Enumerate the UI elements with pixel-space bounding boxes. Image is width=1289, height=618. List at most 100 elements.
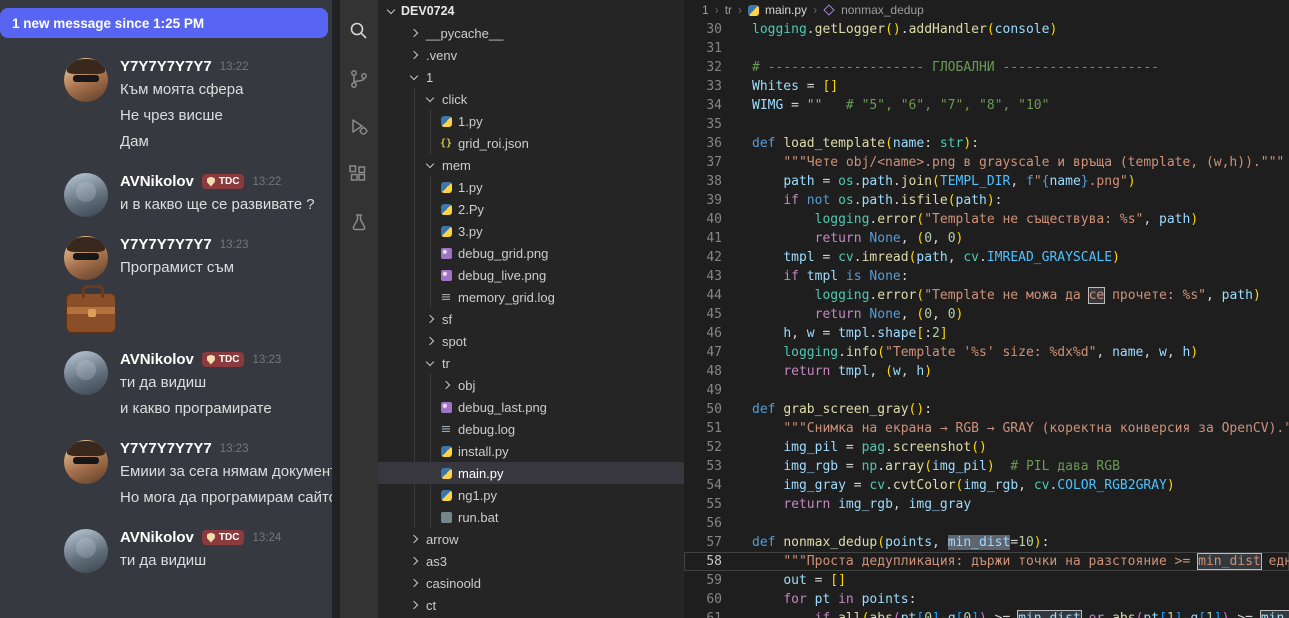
file-debug_grid.png[interactable]: debug_grid.png [378,242,684,264]
line-number[interactable]: 58 [684,552,722,571]
folder-obj[interactable]: obj [378,374,684,396]
new-messages-banner[interactable]: 1 new message since 1:25 PM [0,8,328,38]
folder-__pycache__[interactable]: __pycache__ [378,22,684,44]
code-line[interactable]: 61 if all(abs(pt[0]-q[0]) >= min_dist or… [684,609,1289,618]
folder-mem[interactable]: mem [378,154,684,176]
file-run.bat[interactable]: run.bat [378,506,684,528]
line-number[interactable]: 40 [684,210,722,229]
line-number[interactable]: 48 [684,362,722,381]
line-number[interactable]: 38 [684,172,722,191]
code-line[interactable]: 46 h, w = tmpl.shape[:2] [684,324,1289,343]
file-memory_grid.log[interactable]: ≡ memory_grid.log [378,286,684,308]
line-number[interactable]: 54 [684,476,722,495]
breadcrumb-item-file[interactable]: main.py [765,3,807,17]
code-line[interactable]: 50 def grab_screen_gray(): [684,400,1289,419]
code-line[interactable]: 37 """Чете obj/<name>.png в grayscale и … [684,153,1289,172]
line-number[interactable]: 45 [684,305,722,324]
breadcrumb-item-symbol[interactable]: nonmax_dedup [841,3,924,17]
avatar[interactable] [64,351,108,395]
line-number[interactable]: 33 [684,77,722,96]
code-line[interactable]: 59 out = [] [684,571,1289,590]
code-line[interactable]: 54 img_gray = cv.cvtColor(img_rgb, cv.CO… [684,476,1289,495]
line-number[interactable]: 41 [684,229,722,248]
code-line[interactable]: 45 return None, (0, 0) [684,305,1289,324]
username[interactable]: Y7Y7Y7Y7Y7 [120,236,212,253]
line-number[interactable]: 49 [684,381,722,400]
code-line[interactable]: 36 def load_template(name: str): [684,134,1289,153]
folder-arrow[interactable]: arrow [378,528,684,550]
file-install.py[interactable]: install.py [378,440,684,462]
line-number[interactable]: 35 [684,115,722,134]
line-number[interactable]: 44 [684,286,722,305]
username[interactable]: AVNikolov [120,173,194,190]
code-line[interactable]: 44 logging.error("Template не можа да се… [684,286,1289,305]
code-line[interactable]: 53 img_rgb = np.array(img_pil) # PIL дав… [684,457,1289,476]
line-number[interactable]: 51 [684,419,722,438]
folder-as3[interactable]: as3 [378,550,684,572]
line-number[interactable]: 59 [684,571,722,590]
line-number[interactable]: 55 [684,495,722,514]
username[interactable]: Y7Y7Y7Y7Y7 [120,440,212,457]
folder-spot[interactable]: spot [378,330,684,352]
code-line[interactable]: 31 [684,39,1289,58]
line-number[interactable]: 53 [684,457,722,476]
code-line[interactable]: 51 """Снимка на екрана → RGB → GRAY (кор… [684,419,1289,438]
code-line[interactable]: 30 logging.getLogger().addHandler(console… [684,20,1289,39]
line-number[interactable]: 31 [684,39,722,58]
code-line[interactable]: 40 logging.error("Template не съществува… [684,210,1289,229]
run-debug-icon[interactable] [346,114,372,140]
code-line[interactable]: 41 return None, (0, 0) [684,229,1289,248]
file-1.py[interactable]: 1.py [378,110,684,132]
code-line[interactable]: 55 return img_rgb, img_gray [684,495,1289,514]
username[interactable]: Y7Y7Y7Y7Y7 [120,58,212,75]
file-2.Py[interactable]: 2.Py [378,198,684,220]
line-number[interactable]: 56 [684,514,722,533]
code-line[interactable]: 49 [684,381,1289,400]
code-line[interactable]: 48 return tmpl, (w, h) [684,362,1289,381]
code-line[interactable]: 57 def nonmax_dedup(points, min_dist=10): [684,533,1289,552]
code-line[interactable]: 42 tmpl = cv.imread(path, cv.IMREAD_GRAY… [684,248,1289,267]
breadcrumb-item-tr[interactable]: tr [725,3,732,17]
avatar[interactable] [64,529,108,573]
search-icon[interactable] [346,18,372,44]
code-line[interactable]: 43 if tmpl is None: [684,267,1289,286]
folder-ct[interactable]: ct [378,594,684,616]
file-debug_live.png[interactable]: debug_live.png [378,264,684,286]
line-number[interactable]: 32 [684,58,722,77]
file-1.py[interactable]: 1.py [378,176,684,198]
line-number[interactable]: 36 [684,134,722,153]
line-number[interactable]: 39 [684,191,722,210]
code-line[interactable]: 52 img_pil = pag.screenshot() [684,438,1289,457]
code-line[interactable]: 38 path = os.path.join(TEMPL_DIR, f"{nam… [684,172,1289,191]
line-number[interactable]: 60 [684,590,722,609]
folder-.venv[interactable]: .venv [378,44,684,66]
line-number[interactable]: 57 [684,533,722,552]
testing-icon[interactable] [346,210,372,236]
folder-tr[interactable]: tr [378,352,684,374]
line-number[interactable]: 37 [684,153,722,172]
breadcrumb-item-1[interactable]: 1 [702,3,709,17]
line-number[interactable]: 30 [684,20,722,39]
extensions-icon[interactable] [346,162,372,188]
line-number[interactable]: 42 [684,248,722,267]
code-line[interactable]: 34 WIMG = "" # "5", "6", "7", "8", "10" [684,96,1289,115]
file-ng1.py[interactable]: ng1.py [378,484,684,506]
source-control-icon[interactable] [346,66,372,92]
code-line[interactable]: 39 if not os.path.isfile(path): [684,191,1289,210]
code-lines[interactable]: 30 logging.getLogger().addHandler(console… [684,20,1289,618]
line-number[interactable]: 50 [684,400,722,419]
code-line[interactable]: 35 [684,115,1289,134]
avatar[interactable] [64,236,108,280]
avatar[interactable] [64,58,108,102]
avatar[interactable] [64,440,108,484]
folder-sf[interactable]: sf [378,308,684,330]
line-number[interactable]: 61 [684,609,722,618]
file-debug_last.png[interactable]: debug_last.png [378,396,684,418]
code-line[interactable]: 33 Whites = [] [684,77,1289,96]
folder-click[interactable]: click [378,88,684,110]
line-number[interactable]: 47 [684,343,722,362]
line-number[interactable]: 34 [684,96,722,115]
folder-1[interactable]: 1 [378,66,684,88]
line-number[interactable]: 52 [684,438,722,457]
code-line[interactable]: 58 """Проста дедупликация: държи точки н… [684,552,1289,571]
